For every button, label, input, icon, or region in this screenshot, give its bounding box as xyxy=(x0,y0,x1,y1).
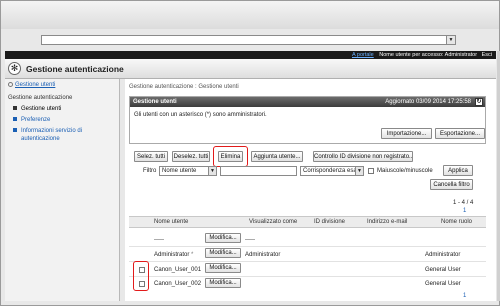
export-button[interactable]: Esportazione... xyxy=(435,128,485,139)
refresh-icon[interactable]: ↻ xyxy=(475,98,483,106)
filter-label: Filtro xyxy=(143,168,157,174)
chevron-down-icon[interactable]: ▼ xyxy=(446,36,455,44)
row1-display: Administrator xyxy=(245,252,281,258)
sidebar-item-label: Informazioni servizio di xyxy=(21,128,83,134)
row1-modify-button[interactable]: Modifica... xyxy=(205,248,241,258)
sidebar-crumb-label: Gestione utenti xyxy=(15,82,56,89)
row1-username: Administrator * xyxy=(154,252,193,258)
auth-logo-icon: ✻ xyxy=(8,62,21,75)
col-username: Nome utente xyxy=(154,219,189,225)
admin-note: Gli utenti con un asterisco (*) sono amm… xyxy=(134,112,267,118)
filter-field-select[interactable]: Nome utente ▼ xyxy=(159,166,217,176)
users-table-header: Nome utente Visualizzato come ID divisio… xyxy=(129,216,486,228)
bullet-icon xyxy=(13,106,17,111)
browser-toolbar xyxy=(1,1,499,29)
pager-range: 1 - 4 / 4 xyxy=(453,200,474,206)
row2-role: General User xyxy=(425,267,461,273)
admin-marker: * xyxy=(191,252,194,258)
chevron-down-icon[interactable]: ▼ xyxy=(355,167,363,175)
row-divider xyxy=(129,261,486,262)
chevron-down-icon[interactable]: ▼ xyxy=(208,167,216,175)
col-role: Nome ruolo xyxy=(441,219,473,225)
deselect-all-button[interactable]: Deselez. tutti xyxy=(172,151,210,162)
import-button[interactable]: Importazione... xyxy=(381,128,432,139)
row2-username: Canon_User_001 xyxy=(154,267,202,273)
portal-header: A portale Nome utente per accesso: Admin… xyxy=(5,51,496,59)
case-sensitive-label: Maiuscole/minuscole xyxy=(377,168,433,174)
row-divider xyxy=(129,276,486,277)
row3-username: Canon_User_002 xyxy=(154,281,202,287)
sidebar-crumb-link[interactable]: Gestione utenti xyxy=(8,82,55,88)
delete-highlight xyxy=(213,146,248,167)
row1-role: Administrator xyxy=(425,252,461,258)
row1-username-text: Administrator xyxy=(154,252,190,258)
filter-field-value: Nome utente xyxy=(162,168,197,174)
footer-pager[interactable]: 1 xyxy=(463,293,466,299)
pager-page[interactable]: 1 xyxy=(463,208,466,214)
breadcrumb: Gestione autenticazione : Gestione utent… xyxy=(129,84,239,90)
sidebar-item-label: Preferenze xyxy=(21,117,51,123)
bullet-icon xyxy=(13,128,17,133)
last-updated: Aggiornato 03/09 2014 17:25:58 xyxy=(385,99,471,105)
add-user-button[interactable]: Aggiunta utente... xyxy=(251,151,303,162)
row-divider xyxy=(129,246,486,247)
row3-modify-button[interactable]: Modifica... xyxy=(205,278,241,288)
clear-filter-button[interactable]: Cancella filtro xyxy=(430,179,473,190)
row0-modify-button[interactable]: Modifica... xyxy=(205,233,241,243)
sidebar-item-auth-service-info-cont[interactable]: autenticazione xyxy=(21,136,60,142)
card-header: Gestione utenti Aggiornato 03/09 2014 17… xyxy=(130,97,485,107)
col-email: Indirizzo e-mail xyxy=(367,219,408,225)
checkbox-highlight xyxy=(133,261,149,291)
row0-display: ----- xyxy=(245,237,255,243)
user-management-card: Gestione utenti Aggiornato 03/09 2014 17… xyxy=(129,96,486,144)
select-all-button[interactable]: Selez. tutti xyxy=(134,151,168,162)
app-title: Gestione autenticazione xyxy=(26,64,124,74)
sidebar-item-preferences[interactable]: Preferenze xyxy=(13,117,50,123)
case-sensitive-checkbox[interactable] xyxy=(368,168,374,174)
logged-user-label: Nome utente per accesso: Administrator xyxy=(379,52,478,58)
portal-link[interactable]: A portale xyxy=(352,52,374,58)
app-header: ✻ Gestione autenticazione xyxy=(5,59,496,79)
sidebar-item-user-management[interactable]: Gestione utenti xyxy=(13,106,61,112)
filter-text-input[interactable] xyxy=(220,166,297,176)
apply-filter-button[interactable]: Applica xyxy=(443,165,473,176)
col-dept-id: ID divisione xyxy=(314,219,346,225)
home-icon xyxy=(8,82,13,87)
col-display-name: Visualizzato come xyxy=(249,219,298,225)
sidebar-item-label: autenticazione xyxy=(21,136,60,142)
sidebar: Gestione utenti Gestione autenticazione … xyxy=(5,79,120,301)
row2-modify-button[interactable]: Modifica... xyxy=(205,263,241,273)
address-dropdown[interactable]: ▼ xyxy=(41,35,456,45)
dept-id-check-button[interactable]: Controllo ID divisione non registrato... xyxy=(313,151,413,162)
row0-username: ----- xyxy=(154,237,164,243)
bullet-icon xyxy=(13,117,17,122)
row3-role: General User xyxy=(425,281,461,287)
sidebar-item-auth-service-info[interactable]: Informazioni servizio di xyxy=(13,128,82,134)
sidebar-item-label: Gestione utenti xyxy=(21,106,62,112)
card-title: Gestione utenti xyxy=(133,99,177,105)
logout-link[interactable]: Esci xyxy=(482,52,492,58)
match-mode-select[interactable]: Corrispondenza esatta ▼ xyxy=(300,166,364,176)
main-panel: Gestione autenticazione : Gestione utent… xyxy=(125,79,496,301)
browser-window: ▼ A portale Nome utente per accesso: Adm… xyxy=(0,0,500,306)
sidebar-section-title: Gestione autenticazione xyxy=(8,95,73,101)
